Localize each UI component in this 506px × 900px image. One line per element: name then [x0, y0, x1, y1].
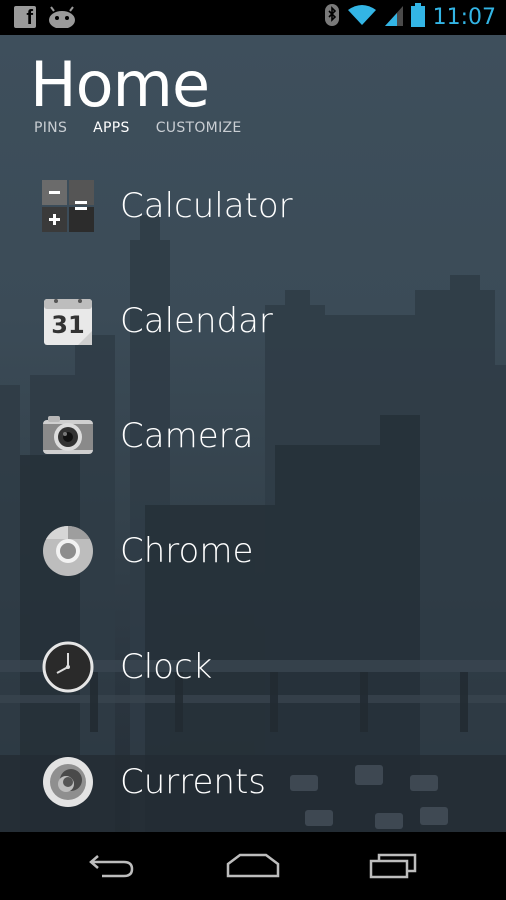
currents-icon — [40, 754, 96, 810]
app-item-camera[interactable]: Camera — [40, 401, 480, 471]
home-button[interactable] — [223, 852, 283, 882]
home-icon — [226, 852, 280, 882]
facebook-icon: f — [14, 6, 36, 28]
calendar-date: 31 — [51, 311, 85, 339]
back-icon — [88, 852, 136, 882]
navigation-bar — [0, 832, 506, 900]
recents-button[interactable] — [364, 852, 424, 882]
page-title: Home — [30, 48, 210, 121]
tab-customize[interactable]: CUSTOMIZE — [156, 120, 242, 136]
app-item-currents[interactable]: Currents — [40, 747, 480, 817]
android-debug-icon — [48, 6, 76, 28]
tab-pins[interactable]: PINS — [34, 120, 67, 136]
status-bar: f 11:07 — [0, 0, 506, 35]
app-label-calendar: Calendar — [120, 301, 273, 341]
tab-bar: PINS APPS CUSTOMIZE — [34, 120, 242, 136]
facebook-glyph: f — [26, 7, 33, 29]
bluetooth-icon — [324, 4, 339, 30]
clock-time: 11:07 — [432, 4, 496, 30]
app-label-calculator: Calculator — [120, 186, 293, 226]
clock-icon — [40, 639, 96, 695]
app-item-calendar[interactable]: 31 Calendar — [40, 286, 480, 356]
app-label-clock: Clock — [120, 647, 213, 687]
tab-apps[interactable]: APPS — [93, 120, 130, 136]
camera-icon — [40, 408, 96, 464]
app-label-currents: Currents — [120, 762, 267, 802]
app-item-chrome[interactable]: Chrome — [40, 516, 480, 586]
calculator-icon — [40, 178, 96, 234]
calendar-icon: 31 — [40, 293, 96, 349]
recents-icon — [369, 851, 419, 883]
app-item-clock[interactable]: Clock — [40, 632, 480, 702]
app-item-calculator[interactable]: Calculator — [40, 171, 480, 241]
wifi-icon — [347, 4, 377, 30]
signal-icon — [384, 4, 403, 30]
app-label-chrome: Chrome — [120, 531, 254, 571]
back-button[interactable] — [82, 852, 142, 882]
battery-icon — [410, 3, 425, 31]
chrome-icon — [40, 523, 96, 579]
app-label-camera: Camera — [120, 416, 254, 456]
